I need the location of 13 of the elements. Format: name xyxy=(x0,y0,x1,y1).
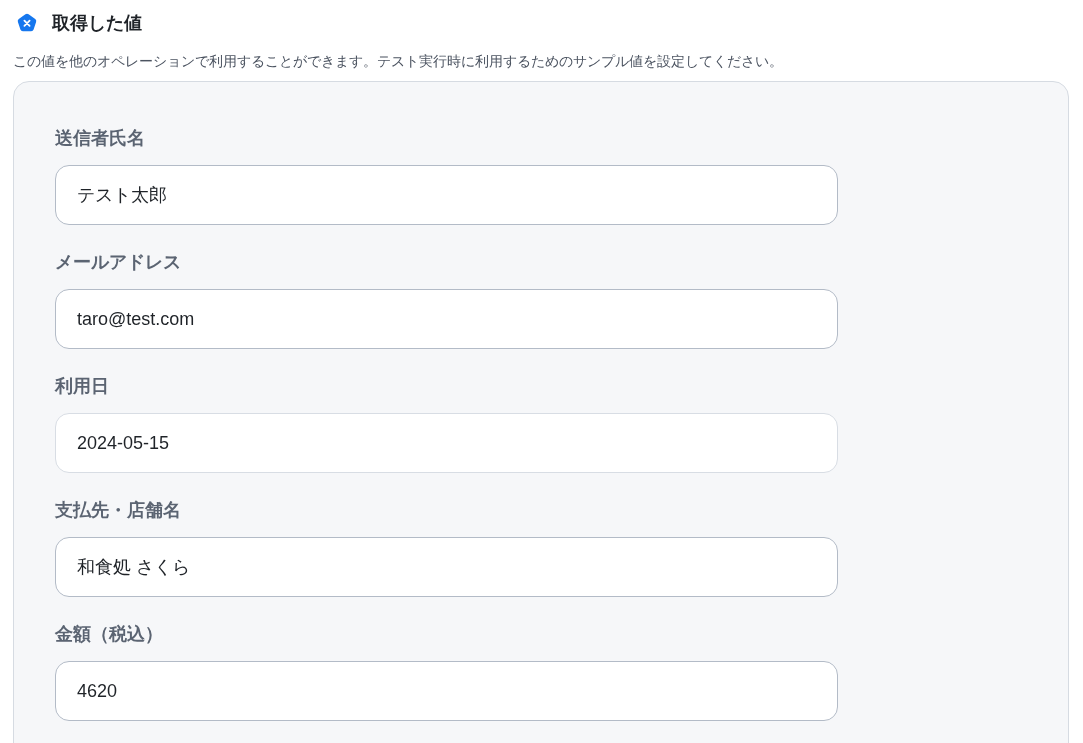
input-field[interactable]: 4620 xyxy=(55,661,838,721)
section-title: 取得した値 xyxy=(52,12,142,34)
field-label: 送信者氏名 xyxy=(55,127,145,150)
input-field[interactable]: 2024-05-15 xyxy=(55,413,838,473)
input-field[interactable]: taro@test.com xyxy=(55,289,838,349)
field-label: メールアドレス xyxy=(55,251,181,274)
field-label: 支払先・店舗名 xyxy=(55,499,181,522)
field-label: 金額（税込） xyxy=(55,623,163,646)
section-description: この値を他のオペレーションで利用することができます。テスト実行時に利用するためのサンプル値を設定してください。 xyxy=(13,52,784,70)
field-label: 利用日 xyxy=(55,375,109,398)
input-field[interactable]: テスト太郎 xyxy=(55,165,838,225)
pentagon-x-icon xyxy=(17,13,37,33)
input-field[interactable]: 和食処 さくら xyxy=(55,537,838,597)
